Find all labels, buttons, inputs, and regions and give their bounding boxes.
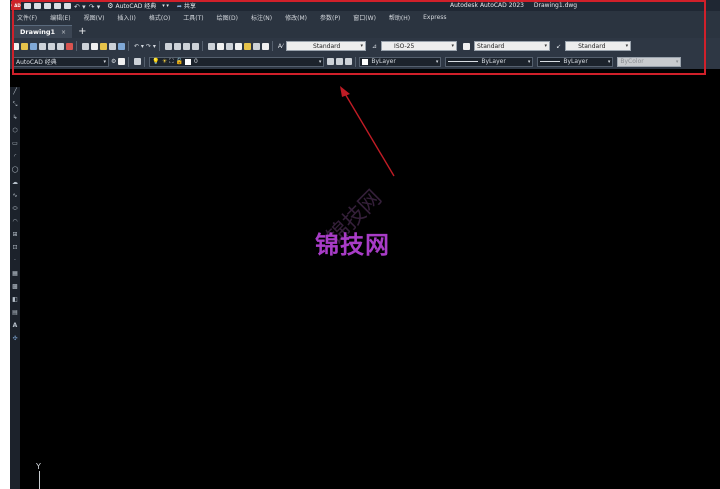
point-icon[interactable]: · — [11, 258, 19, 264]
circle-icon[interactable]: ◯ — [11, 167, 19, 173]
ucs-axis-icon — [39, 471, 40, 489]
gradient-icon[interactable]: ▩ — [11, 284, 19, 290]
table-icon[interactable]: ▤ — [11, 310, 19, 316]
hatch-icon[interactable]: ▦ — [11, 271, 19, 277]
toolbar-highlight-box — [12, 0, 706, 75]
autocad-window: CAD ↶ ▾ ↷ ▾ ⚙ AutoCAD 经典 ▾ ▾ ➦ 共享 Autodes… — [10, 0, 720, 489]
arc-icon[interactable]: ◜ — [11, 154, 19, 160]
make-block-icon[interactable]: ⊡ — [11, 245, 19, 251]
add-selected-icon[interactable]: ✣ — [11, 336, 19, 342]
draw-toolbar: ╱ ⤡ ↳ ⬡ ▭ ◜ ◯ ☁ ∿ ⬭ ◠ ⊞ ⊡ · ▦ ▩ ◧ ▤ A ✣ — [10, 87, 20, 489]
multiline-text-icon[interactable]: A — [11, 323, 19, 329]
revision-cloud-icon[interactable]: ☁ — [11, 180, 19, 186]
line-icon[interactable]: ╱ — [11, 89, 19, 95]
polygon-icon[interactable]: ⬡ — [11, 128, 19, 134]
rectangle-icon[interactable]: ▭ — [11, 141, 19, 147]
spline-icon[interactable]: ∿ — [11, 193, 19, 199]
insert-block-icon[interactable]: ⊞ — [11, 232, 19, 238]
watermark: 锦技网 — [315, 231, 390, 259]
ellipse-icon[interactable]: ⬭ — [11, 206, 19, 212]
construction-line-icon[interactable]: ⤡ — [11, 102, 19, 108]
annotation-arrow-icon — [340, 86, 395, 177]
ucs-y-label: Y — [36, 462, 41, 471]
region-icon[interactable]: ◧ — [11, 297, 19, 303]
ellipse-arc-icon[interactable]: ◠ — [11, 219, 19, 225]
polyline-icon[interactable]: ↳ — [11, 115, 19, 121]
